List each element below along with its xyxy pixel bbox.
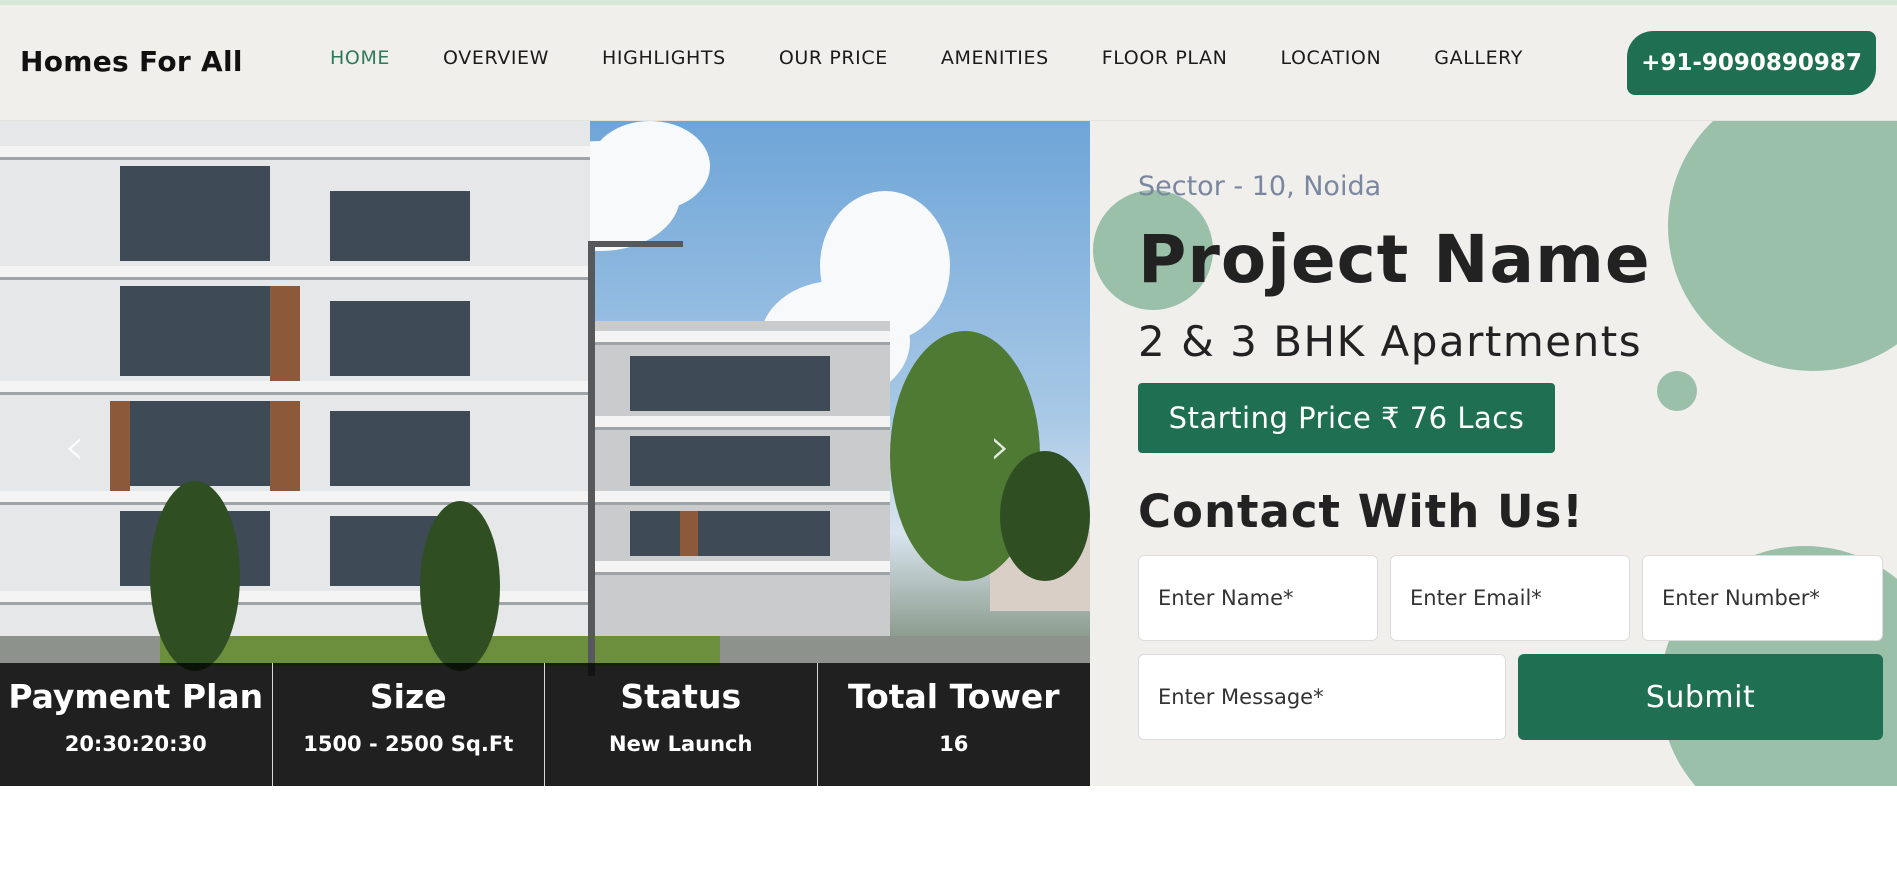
nav-location[interactable]: LOCATION [1280, 47, 1381, 69]
project-configuration: 2 & 3 BHK Apartments [1138, 317, 1643, 366]
stat-title: Size [369, 677, 447, 716]
nav-home[interactable]: HOME [330, 47, 390, 69]
decorative-circle [1668, 121, 1897, 371]
project-info-panel: Sector - 10, Noida Project Name 2 & 3 BH… [1090, 121, 1897, 786]
tree [1000, 451, 1090, 581]
chevron-right-icon[interactable]: › [990, 421, 1011, 473]
nav-highlights[interactable]: HIGHLIGHTS [602, 47, 726, 69]
main-nav: HOME OVERVIEW HIGHLIGHTS OUR PRICE AMENI… [330, 47, 1576, 69]
apartment-building [590, 321, 890, 641]
stat-size: Size 1500 - 2500 Sq.Ft [273, 663, 545, 786]
stat-total-tower: Total Tower 16 [818, 663, 1091, 786]
nav-floor-plan[interactable]: FLOOR PLAN [1102, 47, 1228, 69]
submit-button[interactable]: Submit [1518, 654, 1883, 740]
phone-call-button[interactable]: +91-9090890987 [1627, 31, 1876, 95]
number-input[interactable]: Enter Number* [1642, 555, 1883, 641]
chevron-left-icon[interactable]: ‹ [64, 421, 85, 473]
nav-gallery[interactable]: GALLERY [1434, 47, 1523, 69]
nav-amenities[interactable]: AMENITIES [941, 47, 1049, 69]
stat-title: Status [620, 677, 742, 716]
stat-value: 20:30:20:30 [64, 732, 207, 756]
stat-value: 1500 - 2500 Sq.Ft [303, 732, 514, 756]
project-location: Sector - 10, Noida [1138, 171, 1382, 202]
tree [150, 481, 240, 671]
lamp-post [588, 241, 683, 247]
decorative-circle [1657, 371, 1697, 411]
stat-payment-plan: Payment Plan 20:30:20:30 [0, 663, 273, 786]
project-name-title: Project Name [1138, 221, 1651, 298]
hero-image-slider: ‹ › Payment Plan 20:30:20:30 Size 1500 -… [0, 121, 1090, 786]
stat-title: Total Tower [847, 677, 1060, 716]
stat-value: New Launch [609, 732, 753, 756]
lamp-post [588, 246, 595, 676]
project-stats-bar: Payment Plan 20:30:20:30 Size 1500 - 250… [0, 663, 1090, 786]
stat-status: Status New Launch [545, 663, 818, 786]
apartment-building [0, 121, 590, 641]
stat-value: 16 [939, 732, 969, 756]
site-header: Homes For All HOME OVERVIEW HIGHLIGHTS O… [0, 5, 1897, 121]
stat-title: Payment Plan [8, 677, 264, 716]
name-input[interactable]: Enter Name* [1138, 555, 1378, 641]
nav-overview[interactable]: OVERVIEW [443, 47, 549, 69]
email-input[interactable]: Enter Email* [1390, 555, 1630, 641]
contact-form-title: Contact With Us! [1138, 485, 1584, 538]
nav-our-price[interactable]: OUR PRICE [779, 47, 888, 69]
brand-logo-text[interactable]: Homes For All [20, 45, 243, 78]
starting-price-badge[interactable]: Starting Price ₹ 76 Lacs [1138, 383, 1555, 453]
cloud-shape [590, 121, 710, 211]
message-input[interactable]: Enter Message* [1138, 654, 1506, 740]
tree [420, 501, 500, 671]
